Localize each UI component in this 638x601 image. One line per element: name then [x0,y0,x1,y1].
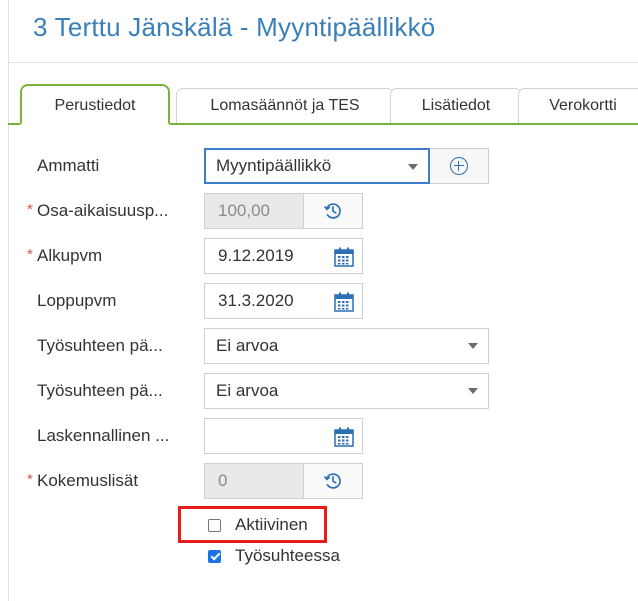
tab-label: Verokortti [549,97,617,114]
tyosuhteessa-checkbox[interactable] [208,549,221,563]
kokemuslisat-label: Kokemuslisät [37,471,139,490]
tab-perustiedot[interactable]: Perustiedot [20,84,170,125]
row-tyosuhteen-1: Työsuhteen pä... Ei arvoa [0,328,638,364]
chevron-down-icon [468,388,478,394]
chevron-down-icon [408,164,418,170]
tab-label: Lomasäännöt ja TES [210,97,360,114]
kokemuslisat-history-button[interactable] [304,463,363,499]
ammatti-label: Ammatti [37,156,100,175]
row-laskennallinen: Laskennallinen ... [0,418,638,454]
tyosuhteen-1-value: Ei arvoa [216,336,279,355]
alkupvm-input[interactable]: 9.12.2019 [204,238,363,274]
loppupvm-value: 31.3.2020 [218,291,294,310]
row-loppupvm: Loppupvm 31.3.2020 [0,283,638,319]
highlight-annotation [178,506,327,543]
osa-aikaisuus-input: 100,00 [204,193,304,229]
required-marker: * [27,246,33,263]
tyosuhteen-1-select[interactable]: Ei arvoa [204,328,489,364]
calendar-icon[interactable] [333,291,355,313]
tyosuhteessa-label: Työsuhteessa [235,546,340,565]
calendar-icon[interactable] [333,426,355,448]
alkupvm-value: 9.12.2019 [218,246,294,265]
required-marker: * [27,471,33,488]
calendar-icon[interactable] [333,246,355,268]
laskennallinen-label: Laskennallinen ... [37,426,170,445]
tyosuhteen-2-select[interactable]: Ei arvoa [204,373,489,409]
tyosuhteessa-checkbox-row[interactable]: Työsuhteessa [208,545,340,567]
required-marker: * [27,201,33,218]
tab-verokortti[interactable]: Verokortti [518,88,638,123]
osa-aikaisuus-label: Osa-aikaisuusp... [37,201,169,220]
tab-lisatiedot[interactable]: Lisätiedot [390,88,522,123]
row-kokemuslisat: * Kokemuslisät 0 [0,463,638,499]
row-osa-aikaisuus: * Osa-aikaisuusp... 100,00 [0,193,638,229]
alkupvm-label: Alkupvm [37,246,103,265]
row-alkupvm: * Alkupvm 9.12.2019 [0,238,638,274]
title-divider [8,62,638,63]
laskennallinen-input[interactable] [204,418,363,454]
history-icon [323,203,341,219]
tyosuhteen-1-label: Työsuhteen pä... [37,336,163,355]
tab-lomasaannot-ja-tes[interactable]: Lomasäännöt ja TES [176,88,394,123]
kokemuslisat-input: 0 [204,463,304,499]
tyosuhteen-2-label: Työsuhteen pä... [37,381,163,400]
add-ammatti-button[interactable] [430,148,489,184]
chevron-down-icon [468,343,478,349]
loppupvm-label: Loppupvm [37,291,117,310]
tab-label: Perustiedot [54,96,136,114]
row-ammatti: Ammatti Myyntipäällikkö [0,148,638,184]
osa-aikaisuus-history-button[interactable] [304,193,363,229]
tab-label: Lisätiedot [421,97,491,114]
ammatti-select[interactable]: Myyntipäällikkö [204,148,430,184]
tyosuhteen-2-value: Ei arvoa [216,381,279,400]
loppupvm-input[interactable]: 31.3.2020 [204,283,363,319]
ammatti-value: Myyntipäällikkö [216,156,332,175]
row-tyosuhteen-2: Työsuhteen pä... Ei arvoa [0,373,638,409]
tab-bar: Perustiedot Lomasäännöt ja TES Lisätiedo… [8,84,638,126]
page-title: 3 Terttu Jänskälä - Myyntipäällikkö [33,12,436,42]
history-icon [323,473,341,489]
add-circle-icon [450,157,468,175]
